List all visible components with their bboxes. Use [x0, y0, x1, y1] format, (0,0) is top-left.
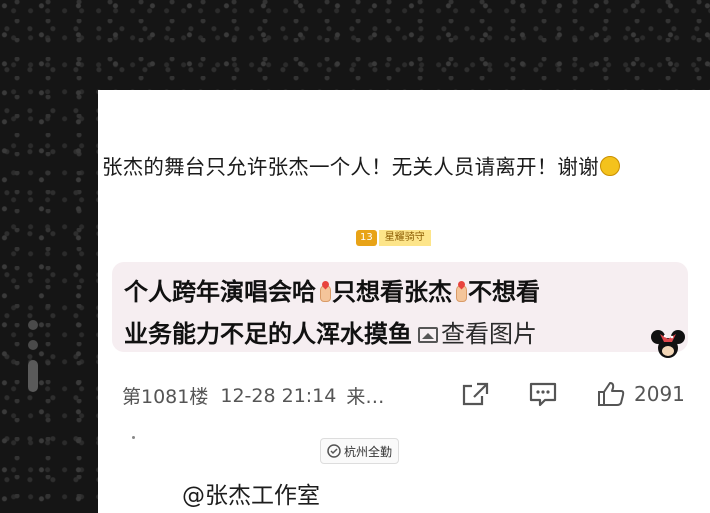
screenshot-card: 张杰的舞台只允许张杰一个人！无关人员请离开！谢谢 13 星耀骑守 个人跨年演唱会…	[98, 90, 710, 513]
location-badge-icon	[327, 444, 341, 458]
image-icon	[418, 327, 438, 343]
location-text: 杭州全勤	[344, 444, 393, 459]
minnie-mouse-sticker	[651, 330, 685, 358]
headline-text: 张杰的舞台只允许张杰一个人！无关人员请离开！谢谢	[102, 155, 599, 179]
page-dot	[28, 340, 38, 350]
smile-emoji-icon	[599, 156, 620, 176]
comment-text: 不想看	[468, 278, 540, 306]
page-indicator	[28, 320, 40, 392]
location-tag[interactable]: 杭州全勤	[320, 438, 400, 464]
comment-line-1: 个人跨年演唱会哈 只想看张杰 不想看	[124, 272, 540, 307]
post-headline: 张杰的舞台只允许张杰一个人！无关人员请离开！谢谢	[102, 150, 620, 180]
floor-number: 第1081楼	[122, 386, 209, 408]
page-dot-active	[28, 360, 38, 392]
separator-dot	[132, 436, 135, 439]
level-name: 星耀骑守	[378, 230, 431, 246]
view-image-label: 查看图片	[441, 320, 537, 348]
thumbs-up-icon[interactable]	[596, 381, 626, 407]
finger-heart-emoji-icon	[453, 281, 467, 303]
page-dot	[28, 320, 38, 330]
post-time: 12-28 21:14	[220, 384, 337, 407]
watermark-text: @张杰工作室	[182, 483, 320, 509]
level-number: 13	[356, 230, 377, 246]
comment-line-2: 业务能力不足的人浑水摸鱼 查看图片	[124, 314, 537, 349]
comment-text: 个人跨年演唱会哈	[124, 278, 316, 306]
like-count: 2091	[634, 382, 685, 406]
comment-meta: 第1081楼 12-28 21:14 来…	[122, 382, 384, 409]
comment-icon[interactable]	[528, 381, 558, 407]
view-image-link[interactable]: 查看图片	[418, 320, 537, 348]
share-icon[interactable]	[460, 381, 490, 407]
finger-heart-emoji-icon	[317, 281, 331, 303]
user-level-badge[interactable]: 13 星耀骑守	[356, 228, 431, 248]
comment-text: 业务能力不足的人浑水摸鱼	[124, 320, 412, 348]
source-text: 来…	[346, 386, 385, 408]
comment-text: 只想看张杰	[332, 278, 452, 306]
